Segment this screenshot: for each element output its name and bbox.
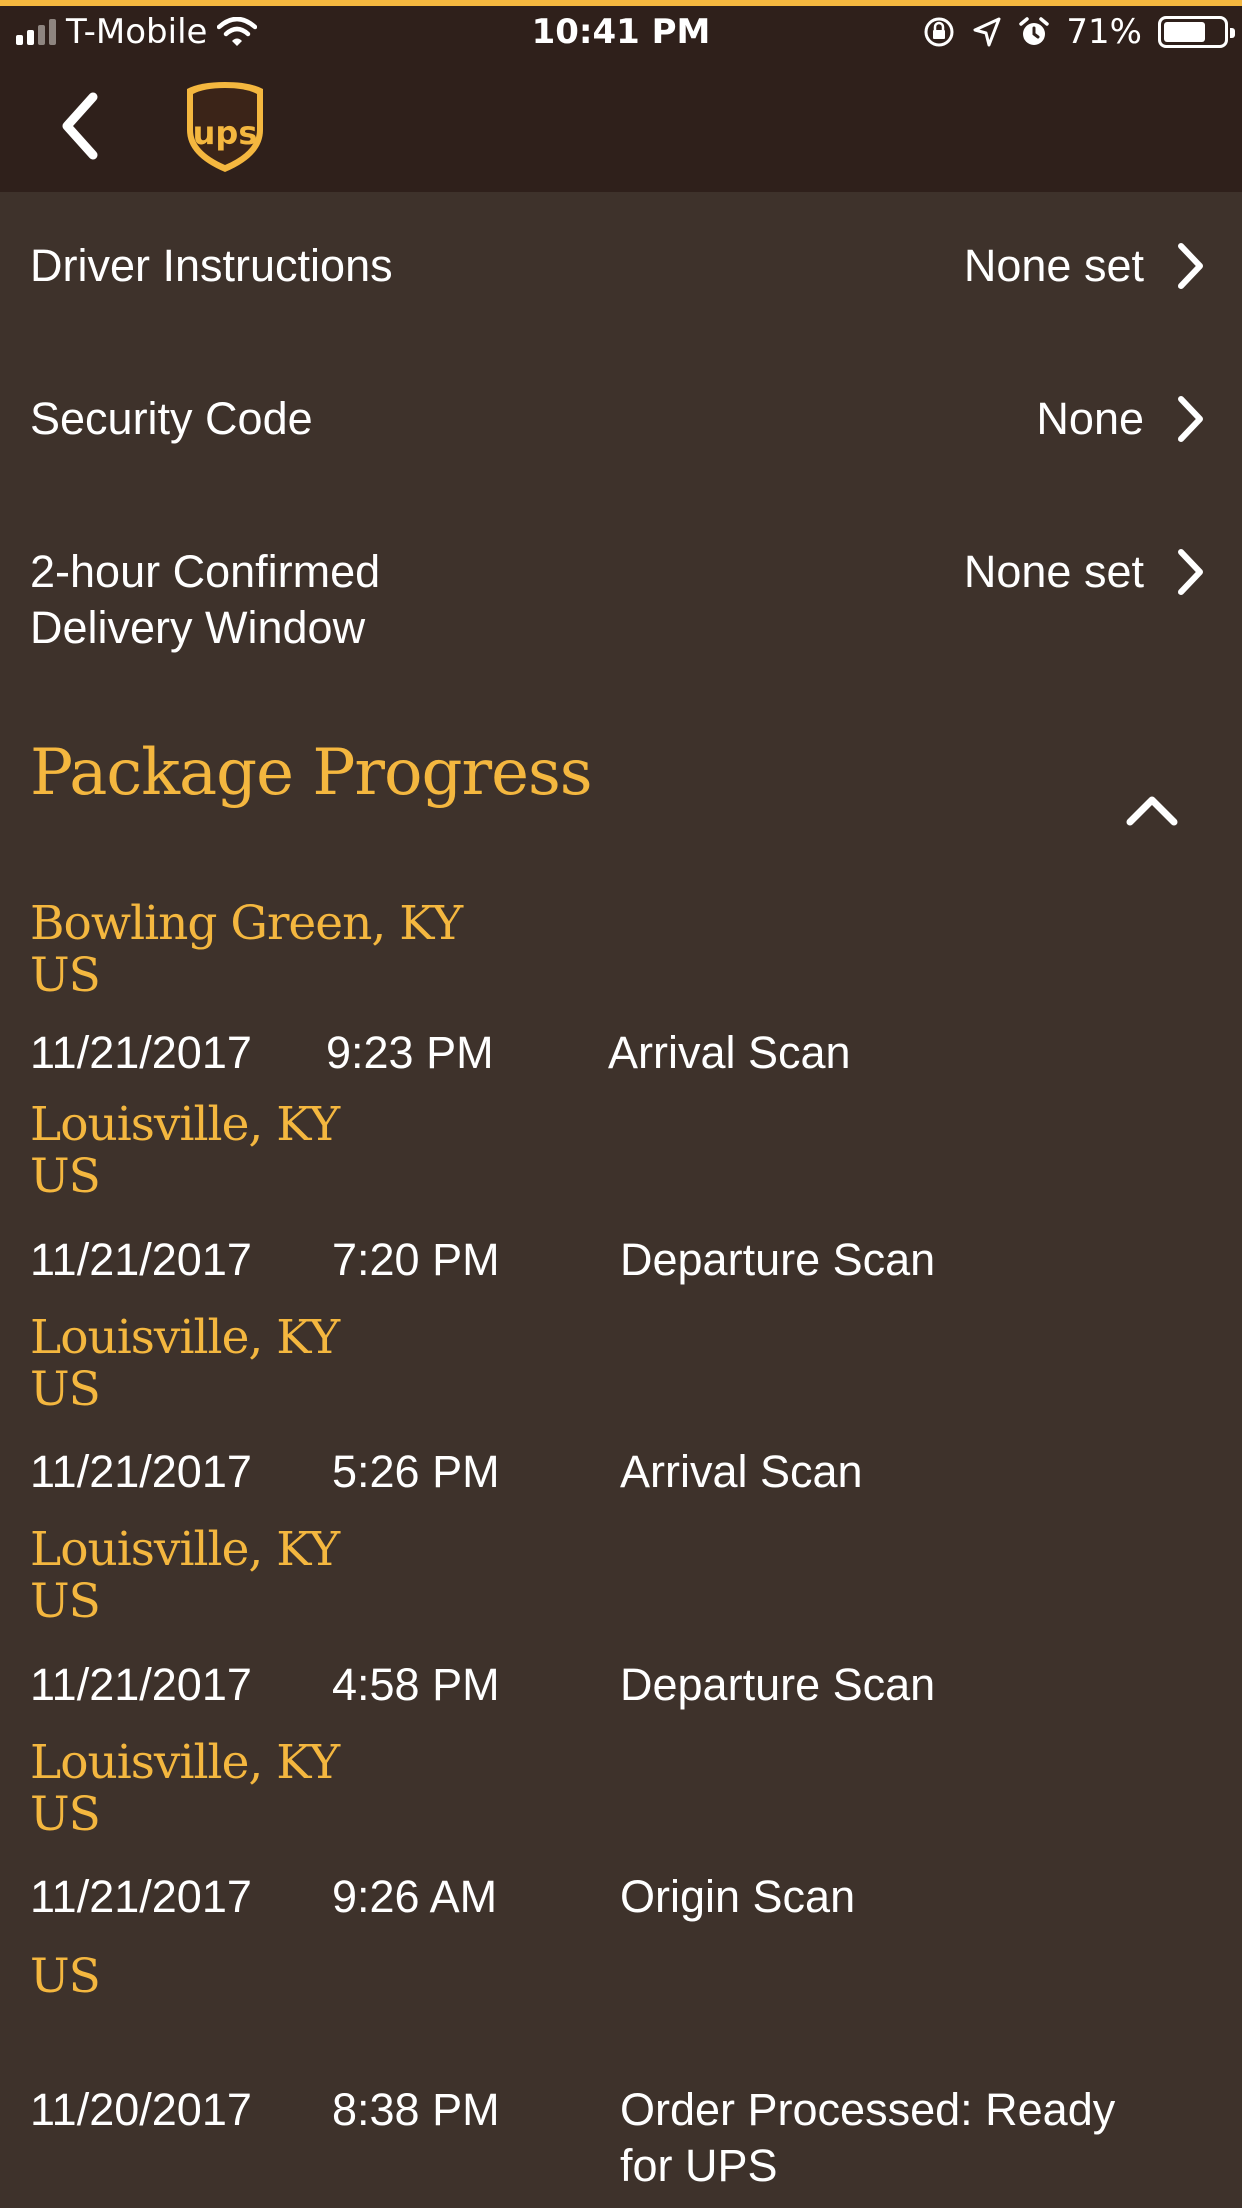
entry-date: 11/21/2017 [30,1027,252,1078]
setting-security-code[interactable]: Security Code None [0,345,1242,498]
entry-time: 7:20 PM [332,1234,500,1285]
entry-date: 11/21/2017 [30,1871,252,1922]
entry-date: 11/20/2017 [30,2084,252,2135]
entry-time: 9:23 PM [326,1027,494,1078]
setting-delivery-window[interactable]: 2-hour Confirmed Delivery Window None se… [0,498,1242,708]
chevron-left-icon [62,92,98,160]
ups-logo: ups [187,82,263,172]
setting-driver-instructions[interactable]: Driver Instructions None set [0,192,1242,345]
entry-country: US [30,1149,101,1204]
battery-icon [1158,16,1235,48]
setting-label: Driver Instructions [30,240,393,291]
svg-text:ups: ups [193,114,258,152]
entry-date: 11/21/2017 [30,1446,252,1497]
entry-time: 8:38 PM [332,2084,500,2135]
location-icon [973,17,1001,47]
entry-date: 11/21/2017 [30,1234,252,1285]
navigation-bar: ups [0,58,1242,192]
setting-label: 2-hour Confirmed Delivery Window [30,546,381,653]
entry-activity: Arrival Scan [608,1027,851,1078]
chevron-right-icon [1178,549,1203,595]
entry-location: Louisville, KY [30,1310,340,1365]
rotation-lock-icon [924,17,954,47]
entry-country: US [30,1787,101,1842]
entry-activity: Departure Scan [620,1234,936,1285]
setting-value: None set [963,240,1144,291]
status-right: 71% [922,12,1235,52]
back-button[interactable] [40,86,120,166]
battery-fill [1164,22,1205,42]
chevron-right-icon [1178,243,1203,289]
entry-location: Louisville, KY [30,1522,340,1577]
collapse-button[interactable] [1120,786,1184,834]
entry-date: 11/21/2017 [30,1659,252,1710]
alarm-icon [1019,17,1050,45]
battery-percentage: 71% [1066,12,1142,52]
entry-time: 5:26 PM [332,1446,500,1497]
setting-label: Security Code [30,393,313,444]
entry-activity: Origin Scan [620,1871,856,1922]
entry-country: US [30,1362,101,1417]
entry-location: Louisville, KY [30,1097,340,1152]
entry-location: Bowling Green, KY [30,896,463,951]
entry-country: US [30,1574,101,1629]
chevron-right-icon [1178,396,1203,442]
entry-time: 9:26 AM [332,1871,498,1922]
setting-value: None [1036,393,1144,444]
entry-activity: Arrival Scan [620,1446,863,1497]
setting-value: None set [963,546,1144,597]
package-progress-title: Package Progress [30,736,593,810]
entry-activity: Order Processed: Ready for UPS [620,2084,1116,2191]
entry-activity: Departure Scan [620,1659,936,1710]
status-bar: T-Mobile 10:41 PM 71% [0,6,1242,58]
entry-time: 4:58 PM [332,1659,500,1710]
entry-country: US [30,1949,101,2004]
chevron-up-icon [1126,796,1178,826]
entry-country: US [30,948,101,1003]
entry-location: Louisville, KY [30,1735,340,1790]
battery-cap [1230,28,1235,38]
